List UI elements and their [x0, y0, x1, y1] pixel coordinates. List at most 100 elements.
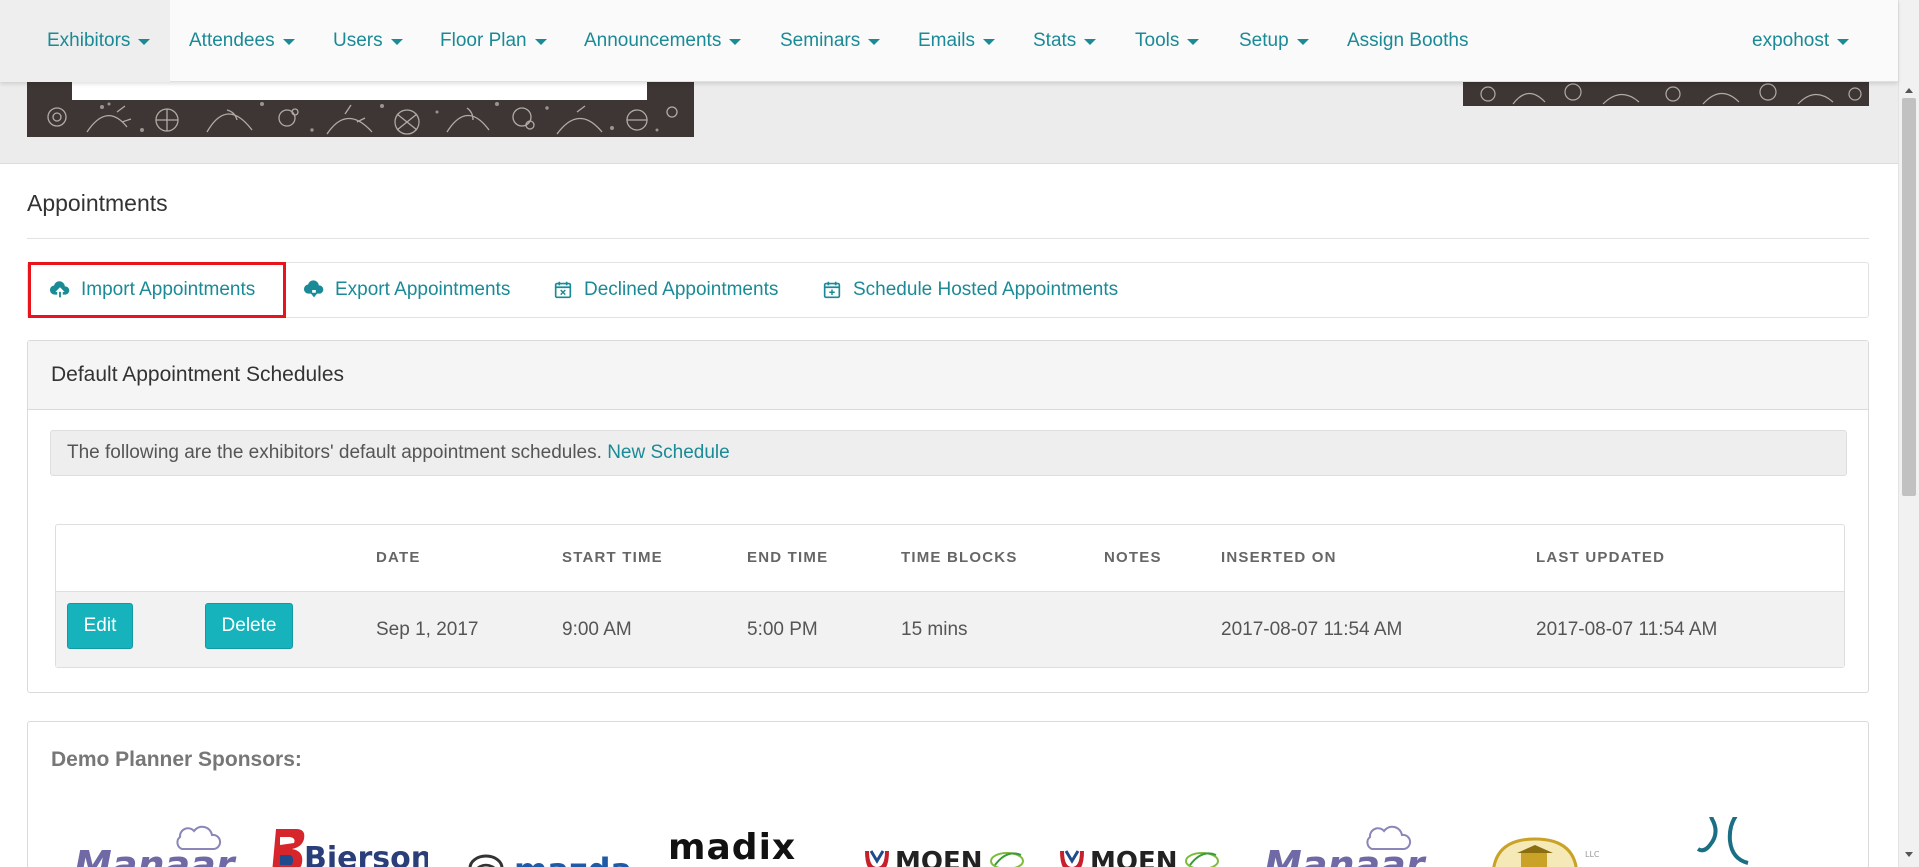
nav-floor-plan[interactable]: Floor Plan — [440, 0, 547, 82]
nav-assign-booths-label: Assign Booths — [1347, 30, 1469, 51]
user-menu[interactable]: expohost — [1752, 0, 1850, 82]
nav-setup-label: Setup — [1239, 30, 1289, 51]
nav-stats-label: Stats — [1033, 30, 1077, 51]
sponsor-logo-text: Manaar — [74, 843, 235, 867]
nav-exhibitors-label: Exhibitors — [47, 30, 131, 51]
schedule-hosted-appointments-link[interactable]: Schedule Hosted Appointments — [821, 263, 1118, 317]
caret-down-icon — [390, 39, 403, 45]
sponsor-logo-text: Bierson — [304, 841, 428, 867]
cell-inserted-on: 2017-08-07 11:54 AM — [1221, 619, 1403, 640]
panel-header: Default Appointment Schedules — [28, 341, 1868, 410]
caret-down-icon — [282, 39, 295, 45]
nav-users-label: Users — [333, 30, 383, 51]
nav-announcements[interactable]: Announcements — [584, 0, 742, 82]
nav-seminars[interactable]: Seminars — [780, 0, 881, 82]
import-appointments-link[interactable]: Import Appointments — [28, 262, 286, 318]
top-navbar: Exhibitors Attendees Users Floor Plan An… — [0, 0, 1898, 82]
cloud-download-icon — [303, 279, 325, 301]
moen-mark-icon — [865, 850, 889, 867]
sponsor-logo-seal[interactable]: LLC — [1473, 817, 1603, 867]
nav-tools[interactable]: Tools — [1135, 0, 1200, 82]
header-end-time: END TIME — [747, 549, 829, 566]
sponsor-logo-sc[interactable] — [1688, 817, 1768, 867]
scroll-down-arrow-icon[interactable] — [1905, 852, 1913, 857]
sponsor-logo-text: MOEN — [895, 847, 983, 867]
sponsors-title: Demo Planner Sponsors: — [51, 748, 302, 771]
default-schedules-panel: Default Appointment Schedules The follow… — [27, 340, 1869, 693]
caret-down-icon — [729, 39, 742, 45]
header-time-blocks: TIME BLOCKS — [901, 549, 1018, 566]
delete-button[interactable]: Delete — [205, 603, 293, 649]
moen-mark-icon — [1060, 850, 1084, 867]
header-banner-area — [0, 82, 1898, 164]
cell-time-blocks: 15 mins — [901, 619, 968, 640]
sc-monogram-icon — [1696, 817, 1749, 865]
header-date: DATE — [376, 549, 421, 566]
caret-down-icon — [1296, 39, 1309, 45]
nav-attendees-label: Attendees — [189, 30, 275, 51]
caret-down-icon — [983, 39, 996, 45]
table-row: Edit Delete Sep 1, 2017 9:00 AM 5:00 PM … — [56, 591, 1844, 667]
sponsor-logo-text: mazda — [514, 851, 632, 867]
nav-stats[interactable]: Stats — [1033, 0, 1097, 82]
nav-assign-booths[interactable]: Assign Booths — [1347, 0, 1468, 82]
caret-down-icon — [1837, 39, 1850, 45]
svg-text:LLC: LLC — [1585, 850, 1600, 859]
cloud-upload-icon — [49, 279, 71, 301]
bierson-mark-icon — [272, 829, 305, 867]
sponsor-logo-manaar[interactable]: Manaar — [68, 817, 238, 867]
nav-emails[interactable]: Emails — [918, 0, 996, 82]
export-appointments-label: Export Appointments — [335, 279, 511, 300]
sponsor-logo-madix[interactable]: madix — [668, 817, 828, 867]
title-divider — [27, 238, 1869, 239]
user-menu-label: expohost — [1752, 30, 1830, 51]
export-appointments-link[interactable]: Export Appointments — [303, 263, 510, 317]
nav-tools-label: Tools — [1135, 30, 1180, 51]
sponsor-logo-moen-1[interactable]: MOEN — [863, 817, 1033, 867]
info-message: The following are the exhibitors' defaul… — [50, 430, 1847, 476]
edit-button[interactable]: Edit — [67, 603, 133, 649]
cell-last-updated: 2017-08-07 11:54 AM — [1536, 619, 1718, 640]
declined-appointments-link[interactable]: Declined Appointments — [552, 263, 778, 317]
banner-white-box — [72, 82, 647, 100]
caret-down-icon — [138, 39, 151, 45]
header-start-time: START TIME — [562, 549, 663, 566]
event-banner-right — [1463, 82, 1869, 106]
nav-exhibitors[interactable]: Exhibitors — [0, 0, 171, 82]
caret-down-icon — [868, 39, 881, 45]
sponsor-logo-mazda[interactable]: mazda — [468, 817, 648, 867]
leaf-badge-icon — [990, 852, 1024, 867]
page-title: Appointments — [27, 190, 168, 216]
sponsor-logo-text: Manaar — [1264, 843, 1425, 867]
nav-users[interactable]: Users — [333, 0, 403, 82]
info-text: The following are the exhibitors' defaul… — [67, 442, 602, 463]
page-scrollbar[interactable] — [1898, 0, 1919, 867]
calendar-plus-icon — [821, 279, 843, 301]
panel-title: Default Appointment Schedules — [51, 363, 345, 386]
cell-start-time: 9:00 AM — [562, 619, 632, 640]
sponsor-logo-moen-2[interactable]: MOEN — [1058, 817, 1228, 867]
caret-down-icon — [1187, 39, 1200, 45]
scroll-up-arrow-icon[interactable] — [1905, 88, 1913, 93]
sponsor-logo-text: madix — [668, 827, 797, 867]
header-last-updated: LAST UPDATED — [1536, 549, 1666, 566]
nav-floor-plan-label: Floor Plan — [440, 30, 527, 51]
sponsor-logo-manaar-2[interactable]: Manaar — [1258, 817, 1428, 867]
new-schedule-link[interactable]: New Schedule — [607, 442, 730, 463]
cell-date: Sep 1, 2017 — [376, 619, 479, 640]
calendar-x-icon — [552, 279, 574, 301]
import-appointments-label: Import Appointments — [81, 279, 256, 300]
header-notes: NOTES — [1104, 549, 1162, 566]
nav-attendees[interactable]: Attendees — [189, 0, 295, 82]
nav-seminars-label: Seminars — [780, 30, 861, 51]
nav-setup[interactable]: Setup — [1239, 0, 1309, 82]
scrollbar-thumb[interactable] — [1902, 98, 1916, 496]
seal-badge-icon: LLC — [1492, 837, 1600, 867]
sponsor-logo-bierson[interactable]: Bierson — [268, 817, 428, 867]
schedules-table: DATE START TIME END TIME TIME BLOCKS NOT… — [55, 524, 1845, 668]
schedule-hosted-appointments-label: Schedule Hosted Appointments — [853, 279, 1119, 300]
mazda-mark-icon — [468, 854, 504, 867]
leaf-badge-icon — [1185, 852, 1219, 867]
nav-emails-label: Emails — [918, 30, 976, 51]
nav-announcements-label: Announcements — [584, 30, 722, 51]
